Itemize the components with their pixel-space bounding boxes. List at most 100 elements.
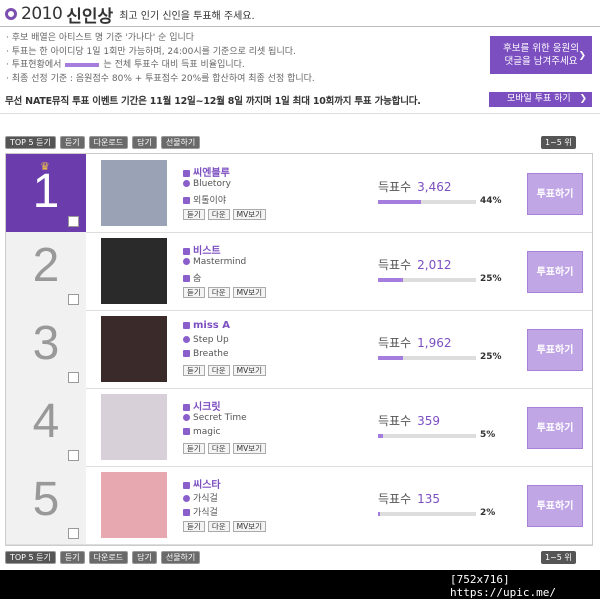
mv-button[interactable]: MV보기 — [232, 287, 267, 298]
pager-bottom[interactable]: 1~5 위 — [541, 551, 576, 564]
listen-button[interactable]: 듣기 — [59, 136, 85, 149]
select-checkbox[interactable] — [68, 294, 79, 305]
rank-cell: 3 — [6, 310, 86, 388]
song-title[interactable]: 숨 — [183, 271, 266, 285]
votes-label: 득표수 — [378, 336, 412, 350]
vote-button[interactable]: 투표하기 — [527, 329, 583, 371]
vote-ratio-track — [378, 278, 476, 282]
song-title[interactable]: magic — [183, 427, 266, 441]
mv-button[interactable]: MV보기 — [232, 209, 267, 220]
top5-listen-button[interactable]: TOP 5 듣기 — [5, 551, 56, 564]
listen-button[interactable]: 듣기 — [59, 551, 85, 564]
note-icon — [183, 350, 190, 357]
vote-button[interactable]: 투표하기 — [527, 485, 583, 527]
add-button[interactable]: 담기 — [132, 551, 157, 564]
listen-small-button[interactable]: 듣기 — [183, 365, 205, 376]
vote-ratio-track — [378, 200, 476, 204]
song-title[interactable]: Step Up — [183, 335, 266, 349]
song-actions: 듣기 다운 MV보기 — [183, 209, 267, 220]
mobile-vote-button[interactable]: 모바일 투표 하기 ❯ — [489, 92, 592, 107]
note-icon — [183, 509, 190, 516]
gift-button[interactable]: 선물하기 — [160, 136, 201, 149]
vote-ratio-track — [378, 512, 476, 516]
download-small-button[interactable]: 다운 — [207, 443, 230, 454]
note-text: 후보 배열은 아티스트 명 기준 '가나다' 순 입니다 — [11, 33, 195, 43]
song-title[interactable]: 가식걸 — [183, 505, 266, 519]
song-title[interactable]: Breathe — [183, 349, 266, 363]
disc-icon — [183, 414, 190, 421]
candidate-row: 2 비스트 Mastermind 숨 듣기 다운 MV보기 득표수 2,012 2… — [6, 232, 592, 311]
vote-stats: 득표수 135 2% — [378, 488, 508, 518]
mv-button[interactable]: MV보기 — [232, 521, 267, 532]
artist-name[interactable]: 시크릿 — [183, 398, 266, 413]
vote-button[interactable]: 투표하기 — [527, 173, 583, 215]
download-button[interactable]: 다운로드 — [88, 136, 129, 149]
song-title[interactable]: 외톨이야 — [183, 193, 266, 207]
listen-small-button[interactable]: 듣기 — [183, 287, 205, 298]
select-checkbox[interactable] — [68, 528, 79, 539]
song-label: magic — [193, 427, 221, 437]
select-checkbox[interactable] — [68, 372, 79, 383]
vote-percent: 25% — [480, 274, 502, 284]
top5-listen-button[interactable]: TOP 5 듣기 — [5, 136, 56, 149]
artist-label: 씨엔블루 — [193, 168, 230, 179]
pager-top[interactable]: 1~5 위 — [541, 136, 576, 149]
download-small-button[interactable]: 다운 — [207, 365, 230, 376]
download-small-button[interactable]: 다운 — [207, 521, 230, 532]
votes-count: 359 — [417, 414, 441, 428]
mv-button[interactable]: MV보기 — [232, 443, 267, 454]
vote-stats: 득표수 2,012 25% — [378, 254, 508, 284]
song-label: Secret Time — [193, 413, 247, 423]
comment-button-line1: 후보를 위한 응원의 — [503, 43, 579, 54]
note-icon — [183, 428, 190, 435]
note-text: 투표현황에서 — [11, 60, 62, 70]
album-thumbnail — [101, 472, 167, 538]
song-title[interactable]: Secret Time — [183, 413, 266, 427]
listen-small-button[interactable]: 듣기 — [183, 209, 205, 220]
divider — [0, 113, 600, 114]
add-button[interactable]: 담기 — [132, 136, 157, 149]
gift-button[interactable]: 선물하기 — [160, 551, 201, 564]
toolbar-bottom: TOP 5 듣기 듣기 다운로드 담기 선물하기 — [5, 551, 201, 564]
candidate-row: 4 시크릿 Secret Time magic 듣기 다운 MV보기 득표수 35… — [6, 388, 592, 467]
artist-name[interactable]: miss A — [183, 320, 266, 335]
votes-count: 1,962 — [417, 336, 452, 350]
select-checkbox[interactable] — [68, 450, 79, 461]
note-4: · 최종 선정 기준 : 음원점수 80% + 투표점수 20%를 합산하여 최… — [6, 73, 315, 84]
person-icon — [183, 169, 190, 177]
mv-button[interactable]: MV보기 — [232, 365, 267, 376]
select-checkbox[interactable] — [68, 216, 79, 227]
song-title[interactable]: 가식걸 — [183, 491, 266, 505]
disc-icon — [183, 180, 190, 187]
song-label: 외톨이야 — [193, 196, 227, 206]
vote-button[interactable]: 투표하기 — [527, 407, 583, 449]
artist-name[interactable]: 씨스타 — [183, 476, 266, 491]
download-small-button[interactable]: 다운 — [207, 209, 230, 220]
vote-ratio-fill — [378, 434, 383, 438]
download-button[interactable]: 다운로드 — [88, 551, 129, 564]
listen-small-button[interactable]: 듣기 — [183, 443, 205, 454]
artist-name[interactable]: 씨엔블루 — [183, 164, 266, 179]
vote-button[interactable]: 투표하기 — [527, 251, 583, 293]
candidate-row: 5 씨스타 가식걸 가식걸 듣기 다운 MV보기 득표수 135 2% 투표하기 — [6, 466, 592, 545]
artist-name[interactable]: 비스트 — [183, 242, 266, 257]
page: 2010 신인상 최고 인기 신인을 투표해 주세요. · 후보 배열은 아티스… — [0, 0, 600, 570]
rank-number: 5 — [32, 473, 60, 526]
rank-number: 4 — [32, 395, 60, 448]
notes: · 후보 배열은 아티스트 명 기준 '가나다' 순 입니다 · 투표는 한 아… — [6, 32, 315, 86]
song-label: 가식걸 — [193, 494, 218, 504]
toolbar-top: TOP 5 듣기 듣기 다운로드 담기 선물하기 — [5, 136, 201, 149]
song-title[interactable]: Bluetory — [183, 179, 266, 193]
candidate-list: ♛ 1 씨엔블루 Bluetory 외톨이야 듣기 다운 MV보기 득표수 3,4… — [5, 153, 593, 546]
note-1: · 후보 배열은 아티스트 명 기준 '가나다' 순 입니다 — [6, 33, 195, 43]
votes-count: 3,462 — [417, 180, 452, 194]
comment-button[interactable]: 후보를 위한 응원의 댓글을 남겨주세요 ❯ — [490, 36, 592, 74]
vote-stats: 득표수 3,462 44% — [378, 176, 508, 206]
note-icon — [183, 197, 190, 204]
download-small-button[interactable]: 다운 — [207, 287, 230, 298]
listen-small-button[interactable]: 듣기 — [183, 521, 205, 532]
album-thumbnail — [101, 238, 167, 304]
rank-number: 2 — [32, 239, 60, 292]
song-label: 숨 — [193, 274, 202, 284]
song-title[interactable]: Mastermind — [183, 257, 266, 271]
